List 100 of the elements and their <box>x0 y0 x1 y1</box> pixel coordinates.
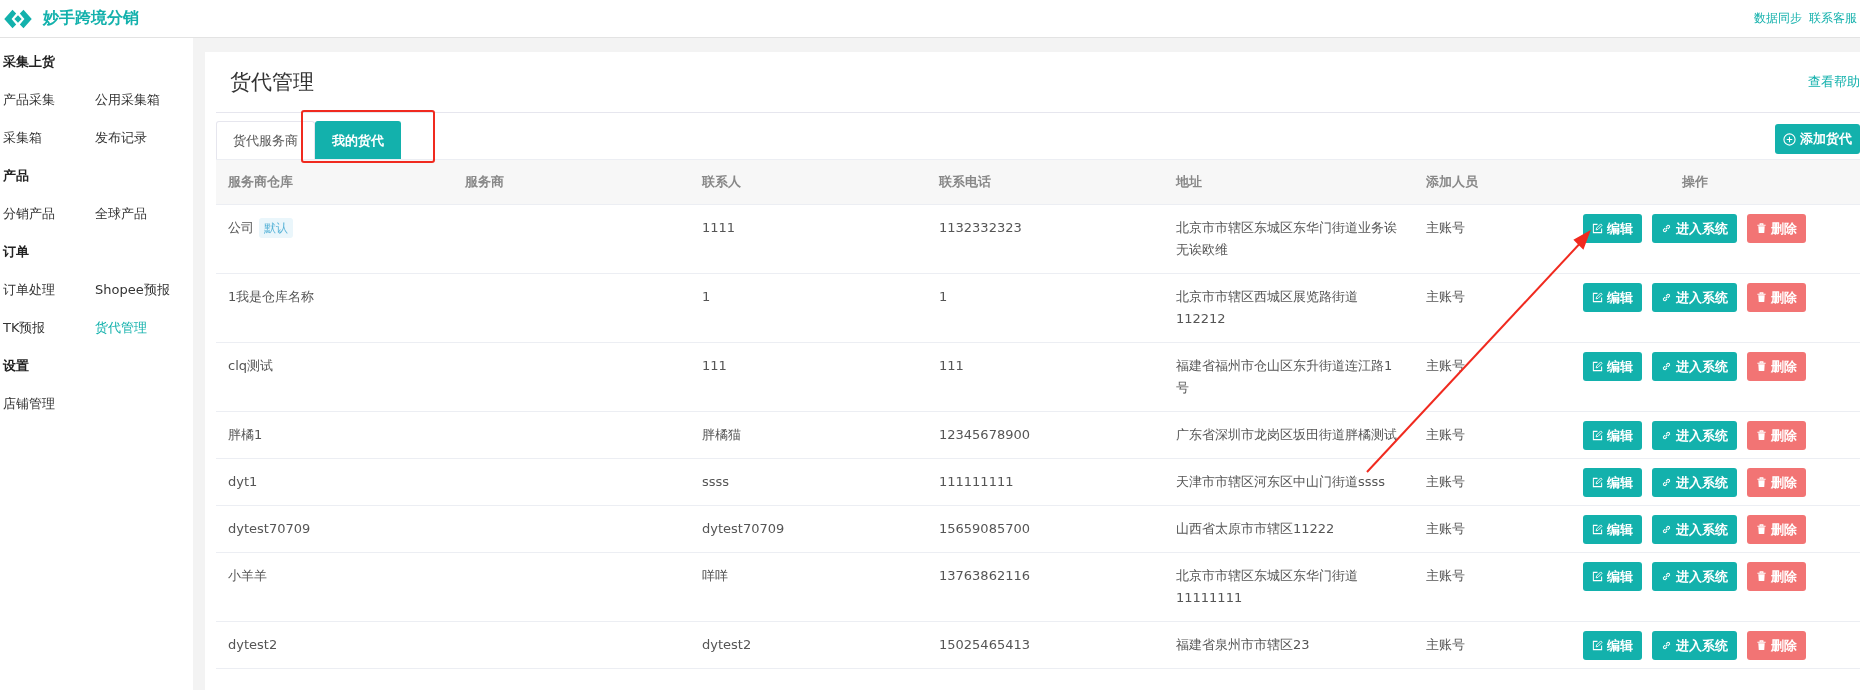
link-icon <box>1661 430 1672 441</box>
table-cell: 福建省泉州市市辖区23 <box>1176 637 1310 652</box>
sidebar-item[interactable]: 店铺管理 <box>3 385 95 423</box>
edit-button[interactable]: 编辑 <box>1583 468 1642 497</box>
enter-system-button[interactable]: 进入系统 <box>1652 214 1737 243</box>
table-cell: 福建省福州市仓山区东升街道连江路1号 <box>1176 358 1393 395</box>
enter-system-button[interactable]: 进入系统 <box>1652 468 1737 497</box>
table-cell: 111 <box>939 358 964 373</box>
sidebar-item[interactable]: Shopee预报 <box>95 271 193 309</box>
sidebar-item[interactable]: 订单处理 <box>3 271 95 309</box>
column-header: 服务商 <box>453 159 690 205</box>
table-cell: 北京市市辖区东城区东华门街道11111111 <box>1176 568 1358 605</box>
edit-button[interactable]: 编辑 <box>1583 562 1642 591</box>
plus-circle-icon <box>1783 132 1796 146</box>
sidebar-section-title: 采集上货 <box>3 53 56 71</box>
edit-icon <box>1592 477 1603 488</box>
table-cell: 北京市市辖区西城区展览路街道112212 <box>1176 289 1358 326</box>
delete-button[interactable]: 删除 <box>1747 421 1806 450</box>
delete-button[interactable]: 删除 <box>1747 468 1806 497</box>
enter-system-button[interactable]: 进入系统 <box>1652 515 1737 544</box>
table-cell: dytest2 <box>702 637 752 652</box>
trash-icon <box>1756 430 1767 441</box>
link-icon <box>1661 361 1672 372</box>
header-link[interactable]: 联系客服 <box>1809 10 1857 27</box>
edit-button[interactable]: 编辑 <box>1583 214 1642 243</box>
table-cell: 1132332323 <box>939 220 1022 235</box>
sidebar-item[interactable]: 产品采集 <box>3 81 95 119</box>
edit-button[interactable]: 编辑 <box>1583 352 1642 381</box>
table-cell: 主账号 <box>1426 568 1465 583</box>
delete-button[interactable]: 删除 <box>1747 631 1806 660</box>
edit-button[interactable]: 编辑 <box>1583 515 1642 544</box>
sidebar-item[interactable]: TK预报 <box>3 309 95 347</box>
table-cell-text: dytest70709 <box>228 520 311 538</box>
table-cell-text: 胖橘1 <box>228 426 263 444</box>
edit-button[interactable]: 编辑 <box>1583 283 1642 312</box>
delete-button[interactable]: 删除 <box>1747 283 1806 312</box>
sidebar-item[interactable]: 发布记录 <box>95 119 193 157</box>
delete-button[interactable]: 删除 <box>1747 515 1806 544</box>
link-icon <box>1661 292 1672 303</box>
tab[interactable]: 我的货代 <box>315 121 401 159</box>
table-cell: 1111 <box>702 220 736 235</box>
sidebar-section-title: 产品 <box>3 167 30 185</box>
table-cell: 12345678900 <box>939 427 1030 442</box>
trash-icon <box>1756 223 1767 234</box>
sidebar-section-title: 设置 <box>3 357 30 375</box>
table-cell: 主账号 <box>1426 637 1465 652</box>
edit-button[interactable]: 编辑 <box>1583 631 1642 660</box>
trash-icon <box>1756 571 1767 582</box>
sidebar-item[interactable]: 公用采集箱 <box>95 81 193 119</box>
table-cell: 111111111 <box>939 474 1014 489</box>
column-header: 操作 <box>1529 159 1860 205</box>
enter-system-button[interactable]: 进入系统 <box>1652 421 1737 450</box>
edit-icon <box>1592 292 1603 303</box>
brand-name: 妙手跨境分销 <box>43 8 139 29</box>
add-button[interactable]: 添加货代 <box>1775 124 1860 154</box>
default-badge: 默认 <box>259 218 293 238</box>
column-header: 服务商仓库 <box>216 159 453 205</box>
delete-button[interactable]: 删除 <box>1747 562 1806 591</box>
delete-button[interactable]: 删除 <box>1747 214 1806 243</box>
table-cell: ssss <box>702 474 730 489</box>
sidebar-section-title: 订单 <box>3 243 30 261</box>
table-cell-text: dytest2 <box>228 636 278 654</box>
edit-icon <box>1592 571 1603 582</box>
link-icon <box>1661 524 1672 535</box>
table-cell: 111 <box>702 358 727 373</box>
enter-system-button[interactable]: 进入系统 <box>1652 283 1737 312</box>
enter-system-button[interactable]: 进入系统 <box>1652 631 1737 660</box>
tab[interactable]: 货代服务商 <box>216 121 315 159</box>
delete-button[interactable]: 删除 <box>1747 352 1806 381</box>
trash-icon <box>1756 640 1767 651</box>
link-icon <box>1661 477 1672 488</box>
table-cell-text: 公司 <box>228 219 254 237</box>
header-link[interactable]: 数据同步 <box>1754 10 1802 27</box>
sidebar-item[interactable]: 分销产品 <box>3 195 95 233</box>
sidebar-item[interactable]: 全球产品 <box>95 195 193 233</box>
column-header: 添加人员 <box>1414 159 1529 205</box>
edit-icon <box>1592 223 1603 234</box>
trash-icon <box>1756 361 1767 372</box>
table-cell: 北京市市辖区东城区东华门街道业务诶无诶欧维 <box>1176 220 1397 257</box>
sidebar-item[interactable]: 货代管理 <box>95 309 193 347</box>
trash-icon <box>1756 477 1767 488</box>
table-cell-text: clq测试 <box>228 357 273 375</box>
edit-button[interactable]: 编辑 <box>1583 421 1642 450</box>
trash-icon <box>1756 524 1767 535</box>
enter-system-button[interactable]: 进入系统 <box>1652 352 1737 381</box>
table-cell-text: 小羊羊 <box>228 567 267 585</box>
link-icon <box>1661 640 1672 651</box>
link-icon <box>1661 223 1672 234</box>
table-cell: 主账号 <box>1426 474 1465 489</box>
table-cell: 主账号 <box>1426 289 1465 304</box>
table-cell: 1 <box>939 289 948 304</box>
table-cell: 15659085700 <box>939 521 1030 536</box>
edit-icon <box>1592 361 1603 372</box>
table-cell: 天津市市辖区河东区中山门街道ssss <box>1176 474 1386 489</box>
column-header: 联系电话 <box>927 159 1164 205</box>
help-link[interactable]: 查看帮助 <box>1808 73 1860 91</box>
table-cell: dytest70709 <box>702 521 785 536</box>
table-cell: 15025465413 <box>939 637 1030 652</box>
sidebar-item[interactable]: 采集箱 <box>3 119 95 157</box>
enter-system-button[interactable]: 进入系统 <box>1652 562 1737 591</box>
